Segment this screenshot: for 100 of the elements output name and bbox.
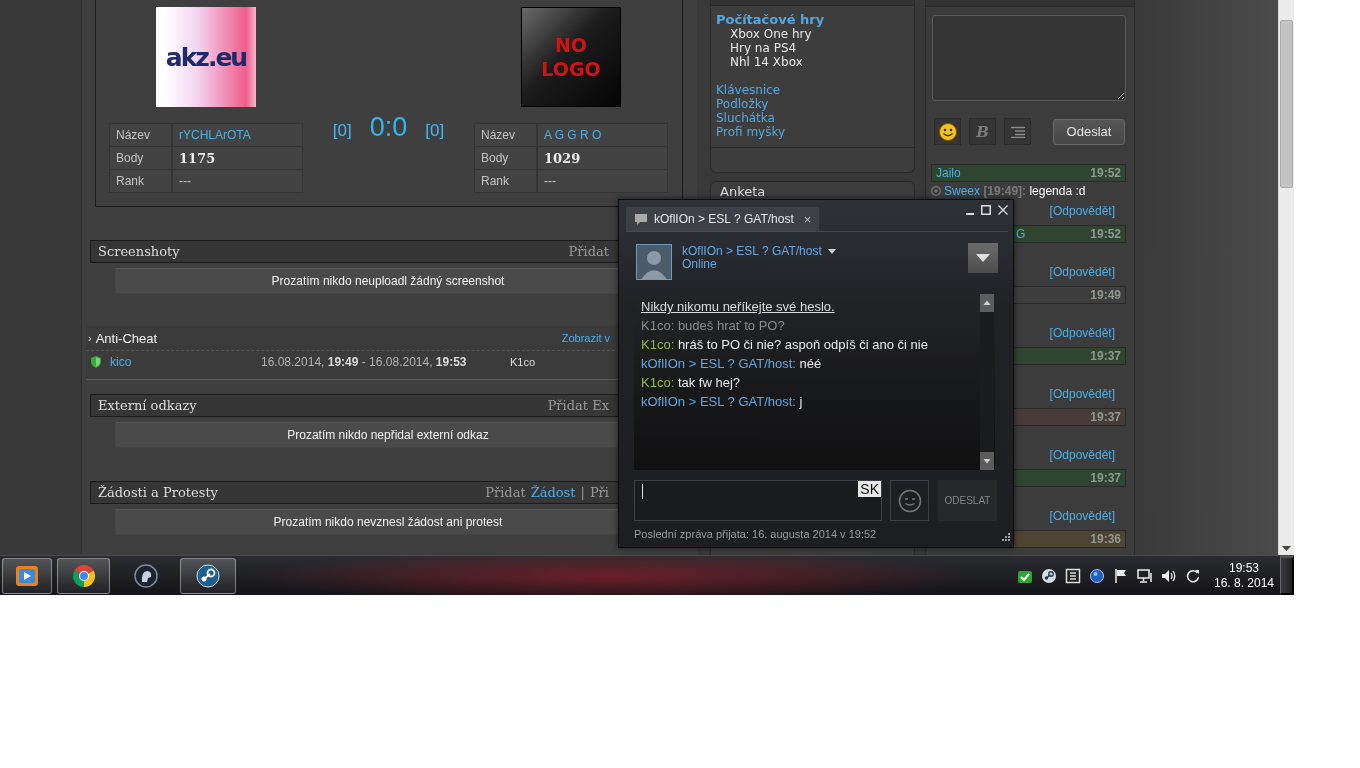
safety-notice: Nikdy nikomu neříkejte své heslo. <box>641 298 835 316</box>
username-link[interactable]: Jailo <box>936 166 961 180</box>
player-link[interactable]: kico <box>110 355 132 369</box>
action-link[interactable]: Zobrazit v <box>561 332 610 344</box>
time-range: 16.08.2014, 19:49 - 16.08.2014, 19:53 <box>261 355 467 369</box>
category-link[interactable]: Klávesnice <box>716 83 781 97</box>
section-title: Externí odkazy <box>98 398 197 413</box>
reply-link[interactable]: [Odpovědět] <box>1049 509 1115 525</box>
reply-link[interactable]: [Odpovědět] <box>1049 265 1115 281</box>
section-title: Screenshoty <box>98 244 180 259</box>
caret-down-icon <box>976 254 990 262</box>
team-logo: NO LOGO <box>521 7 621 107</box>
scroll-down-icon[interactable] <box>980 452 994 470</box>
message-field[interactable] <box>932 15 1126 101</box>
label-cell: Body <box>475 147 536 169</box>
taskbar-button[interactable] <box>57 557 110 594</box>
clock-date: 16. 8. 2014 <box>1213 575 1275 591</box>
post-time: 19:37 <box>1090 349 1121 363</box>
chat-message: kOflIOn > ESL ? GAT/host: j <box>641 393 804 411</box>
chat-message: K1co: budeš hrať to PO? <box>641 317 786 335</box>
taskbar-button[interactable] <box>2 557 52 594</box>
bold-button[interactable]: B <box>969 118 996 145</box>
caret-down-icon <box>827 249 836 254</box>
options-dropdown-button[interactable] <box>968 243 998 273</box>
value-cell: 1175 <box>173 147 302 169</box>
last-message-info: Poslední zpráva přijata: 16. augusta 2014 v 19:52 <box>634 528 877 541</box>
emoji-button[interactable] <box>934 118 961 145</box>
flag-icon[interactable] <box>1113 567 1129 584</box>
post-time: 19:52 <box>1090 166 1121 180</box>
category-link[interactable]: Podložky <box>716 97 769 111</box>
value-cell: 1029 <box>538 147 667 169</box>
chat-tab[interactable]: kOflIOn > ESL ? GAT/host × <box>626 207 820 231</box>
scroll-down-icon[interactable] <box>1282 546 1291 551</box>
smiley-icon <box>897 488 922 513</box>
category-link[interactable]: Sluchátka <box>716 111 775 125</box>
category-link[interactable]: Profi myšky <box>716 125 786 139</box>
send-button[interactable]: Odeslat <box>1053 118 1125 145</box>
section-title: Anti-Cheat <box>95 330 158 346</box>
text-cursor-icon <box>642 484 643 499</box>
show-desktop-button[interactable] <box>1280 556 1294 595</box>
resize-grip-icon[interactable] <box>1001 532 1010 541</box>
ring-dot-icon <box>931 186 941 196</box>
network-icon[interactable] <box>1137 567 1153 584</box>
shout-message: Sweex [19:49]: legenda :d <box>944 184 1086 198</box>
username-link[interactable]: G <box>1016 227 1026 241</box>
scrollbar[interactable] <box>1278 0 1294 555</box>
friend-name[interactable]: kOflIOn > ESL ? GAT/host <box>682 245 836 258</box>
clock-time: 19:53 <box>1229 560 1259 576</box>
subcategory-link[interactable]: Hry na PS4 <box>716 41 797 55</box>
post-time: 19:36 <box>1090 532 1121 546</box>
action-label: Přidat <box>485 485 526 500</box>
orb-icon[interactable] <box>1089 567 1105 584</box>
expand-marker[interactable]: › <box>88 332 92 344</box>
value-cell: --- <box>173 170 302 192</box>
reply-link[interactable]: [Odpovědět] <box>1049 387 1115 403</box>
emoji-button[interactable] <box>890 480 929 521</box>
chat-message: K1co: tak fw hej? <box>641 374 742 392</box>
subcategory-link[interactable]: Nhl 14 Xbox <box>716 55 803 69</box>
reply-link[interactable]: [Odpovědět] <box>1049 448 1115 464</box>
subcategory-link[interactable]: Xbox One hry <box>716 27 812 41</box>
label-cell: Body <box>110 147 171 169</box>
shield-icon <box>91 356 101 368</box>
category-link[interactable]: Počítačové hry <box>716 13 825 27</box>
reply-link[interactable]: [Odpovědět] <box>1049 204 1115 220</box>
boxed-lines-icon[interactable] <box>1065 567 1081 584</box>
status-text: Online <box>682 258 717 271</box>
smiley-icon <box>937 121 958 142</box>
post-time: 19:52 <box>1090 227 1121 241</box>
action-label: Při <box>589 485 609 500</box>
piston-tray-icon[interactable] <box>1041 567 1057 584</box>
message-input[interactable]: SK <box>634 480 882 521</box>
account-name: K1co <box>510 356 536 368</box>
label-cell: Rank <box>475 170 536 192</box>
label-cell: Rank <box>110 170 171 192</box>
quote-button[interactable] <box>1004 118 1031 145</box>
action-label: Přidat <box>568 244 609 259</box>
action-label: Přidat Ex <box>547 398 609 413</box>
scrollbar-thumb[interactable] <box>1280 20 1293 188</box>
team-logo: akz.eu <box>156 7 256 107</box>
action-label: | <box>580 485 585 500</box>
value-cell[interactable]: A G G R O <box>538 124 667 146</box>
match-score: 0:0 <box>369 112 408 143</box>
chat-bubble-icon <box>634 213 648 225</box>
action-link[interactable]: Žádost <box>530 485 576 500</box>
tab-close-button[interactable]: × <box>803 211 812 227</box>
avatar-placeholder <box>636 244 672 280</box>
scrollbar[interactable] <box>980 294 994 470</box>
label-cell: Název <box>110 124 171 146</box>
section-title: Žádosti a Protesty <box>98 485 218 500</box>
value-cell[interactable]: rYCHLArOTA <box>173 124 302 146</box>
reply-link[interactable]: [Odpovědět] <box>1049 326 1115 342</box>
scroll-up-icon[interactable] <box>980 294 994 312</box>
close-icon[interactable] <box>998 205 1008 215</box>
chat-message: kOflIOn > ESL ? GAT/host: néé <box>641 355 823 373</box>
maximize-icon[interactable] <box>981 205 991 215</box>
post-time: 19:37 <box>1090 410 1121 424</box>
taskbar-button[interactable] <box>180 557 236 594</box>
post-time: 19:49 <box>1090 288 1121 302</box>
circular-arrow-icon[interactable] <box>1185 567 1201 584</box>
map-score: [0] <box>425 121 445 141</box>
